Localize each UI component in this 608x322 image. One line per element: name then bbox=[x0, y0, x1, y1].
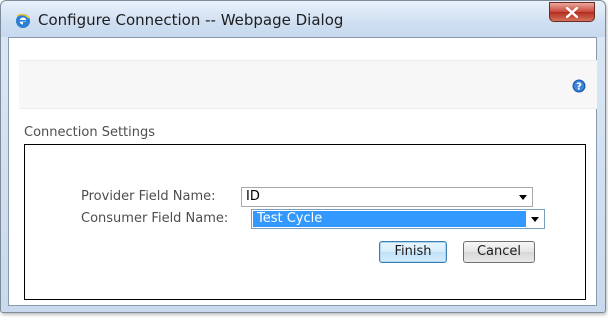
internet-explorer-icon bbox=[15, 13, 31, 29]
finish-button[interactable]: Finish bbox=[379, 241, 447, 263]
dialog-window: Configure Connection -- Webpage Dialog ?… bbox=[0, 0, 606, 313]
chevron-down-icon[interactable] bbox=[519, 195, 527, 200]
dialog-content: ? Connection Settings Provider Field Nam… bbox=[8, 37, 597, 306]
consumer-field-select[interactable]: Test Cycle bbox=[251, 209, 545, 229]
cancel-button[interactable]: Cancel bbox=[463, 241, 535, 263]
help-panel: ? bbox=[19, 60, 597, 109]
help-icon[interactable]: ? bbox=[572, 79, 586, 93]
provider-field-value: ID bbox=[246, 189, 260, 204]
title-bar[interactable]: Configure Connection -- Webpage Dialog bbox=[1, 1, 605, 37]
close-icon bbox=[566, 7, 578, 18]
consumer-field-value: Test Cycle bbox=[257, 211, 323, 226]
chevron-down-icon[interactable] bbox=[531, 217, 539, 222]
dropdown-button[interactable] bbox=[527, 210, 544, 228]
window-title: Configure Connection -- Webpage Dialog bbox=[38, 11, 344, 29]
svg-text:?: ? bbox=[576, 82, 582, 93]
provider-field-label: Provider Field Name: bbox=[81, 189, 216, 204]
connection-settings-panel: Provider Field Name: ID Consumer Field N… bbox=[24, 144, 586, 300]
consumer-field-label: Consumer Field Name: bbox=[81, 211, 229, 226]
section-label: Connection Settings bbox=[24, 125, 156, 140]
close-button[interactable] bbox=[549, 2, 595, 22]
provider-field-select[interactable]: ID bbox=[241, 187, 533, 207]
